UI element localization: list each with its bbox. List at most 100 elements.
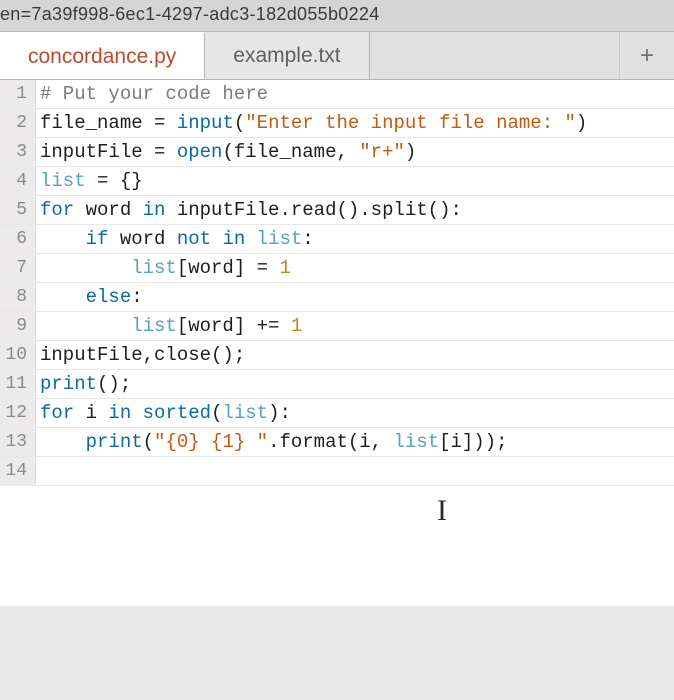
tab-spacer	[370, 32, 619, 79]
line-number: 5	[0, 196, 36, 224]
token: i	[86, 402, 109, 424]
token: word	[120, 228, 177, 250]
code-line[interactable]: 14	[0, 457, 674, 486]
token: "Enter the input file name: "	[245, 112, 576, 134]
code-line[interactable]: 10inputFile,close();	[0, 341, 674, 370]
token	[40, 286, 86, 308]
token: # Put your code here	[40, 83, 268, 105]
code-line[interactable]: 1# Put your code here	[0, 80, 674, 109]
token: :	[131, 286, 142, 308]
tab-label: example.txt	[233, 44, 340, 68]
url-text: en=7a39f998-6ec1-4297-adc3-182d055b0224	[0, 4, 380, 24]
line-number: 3	[0, 138, 36, 166]
code-content[interactable]: list[word] += 1	[36, 312, 674, 340]
token: file_name	[40, 112, 154, 134]
token: .format(i,	[268, 431, 393, 453]
code-line[interactable]: 2file_name = input("Enter the input file…	[0, 109, 674, 138]
token: list	[131, 257, 177, 279]
token: list	[222, 402, 268, 424]
line-number: 6	[0, 225, 36, 253]
token: [i]));	[439, 431, 507, 453]
token: )	[405, 141, 416, 163]
code-content[interactable]: file_name = input("Enter the input file …	[36, 109, 674, 137]
token: =	[154, 141, 177, 163]
token: open	[177, 141, 223, 163]
token: 1	[279, 257, 290, 279]
url-bar[interactable]: en=7a39f998-6ec1-4297-adc3-182d055b0224	[0, 0, 674, 32]
token: (file_name,	[222, 141, 359, 163]
code-line[interactable]: 11print();	[0, 370, 674, 399]
token: "r+"	[359, 141, 405, 163]
code-line[interactable]: 9 list[word] += 1	[0, 312, 674, 341]
code-content[interactable]: list[word] = 1	[36, 254, 674, 282]
token: :	[302, 228, 313, 250]
code-line[interactable]: 3inputFile = open(file_name, "r+")	[0, 138, 674, 167]
token: list	[257, 228, 303, 250]
plus-icon: +	[640, 42, 654, 70]
token: (	[143, 431, 154, 453]
token: ();	[97, 373, 131, 395]
code-line[interactable]: 13 print("{0} {1} ".format(i, list[i]));	[0, 428, 674, 457]
tab-add-button[interactable]: +	[619, 32, 674, 79]
token	[40, 315, 131, 337]
line-number: 2	[0, 109, 36, 137]
code-line[interactable]: 4list = {}	[0, 167, 674, 196]
code-content[interactable]: else:	[36, 283, 674, 311]
token: list	[40, 170, 86, 192]
code-content[interactable]: # Put your code here	[36, 80, 674, 108]
code-line[interactable]: 5for word in inputFile.read().split():	[0, 196, 674, 225]
code-content[interactable]: for word in inputFile.read().split():	[36, 196, 674, 224]
token: inputFile,close();	[40, 344, 245, 366]
token: [word] +=	[177, 315, 291, 337]
tab-bar: concordance.py example.txt +	[0, 32, 674, 80]
token: (	[211, 402, 222, 424]
token: "{0} {1} "	[154, 431, 268, 453]
token: print	[86, 431, 143, 453]
token: inputFile	[40, 141, 154, 163]
line-number: 10	[0, 341, 36, 369]
line-number: 1	[0, 80, 36, 108]
token: in	[143, 199, 177, 221]
token: ):	[268, 402, 291, 424]
code-content[interactable]: for i in sorted(list):	[36, 399, 674, 427]
code-content[interactable]: print("{0} {1} ".format(i, list[i]));	[36, 428, 674, 456]
code-line[interactable]: 7 list[word] = 1	[0, 254, 674, 283]
token: )	[576, 112, 587, 134]
code-editor[interactable]: 1# Put your code here2file_name = input(…	[0, 80, 674, 486]
token	[40, 257, 131, 279]
text-cursor-icon: I	[0, 486, 674, 606]
code-line[interactable]: 12for i in sorted(list):	[0, 399, 674, 428]
code-content[interactable]: inputFile = open(file_name, "r+")	[36, 138, 674, 166]
code-line[interactable]: 8 else:	[0, 283, 674, 312]
token: inputFile.read().split():	[177, 199, 462, 221]
token: print	[40, 373, 97, 395]
code-content[interactable]: list = {}	[36, 167, 674, 195]
line-number: 14	[0, 457, 36, 485]
code-content[interactable]	[36, 457, 674, 485]
code-content[interactable]: inputFile,close();	[36, 341, 674, 369]
token: in	[108, 402, 142, 424]
code-content[interactable]: if word not in list:	[36, 225, 674, 253]
token: not in	[177, 228, 257, 250]
token	[40, 228, 86, 250]
token: (	[234, 112, 245, 134]
token: list	[131, 315, 177, 337]
token	[40, 431, 86, 453]
line-number: 13	[0, 428, 36, 456]
token: else	[86, 286, 132, 308]
line-number: 9	[0, 312, 36, 340]
line-number: 7	[0, 254, 36, 282]
line-number: 12	[0, 399, 36, 427]
token: for	[40, 402, 86, 424]
token: =	[154, 112, 177, 134]
code-content[interactable]: print();	[36, 370, 674, 398]
tab-label: concordance.py	[28, 45, 176, 69]
token: if	[86, 228, 120, 250]
code-line[interactable]: 6 if word not in list:	[0, 225, 674, 254]
token: for	[40, 199, 86, 221]
token: word	[86, 199, 143, 221]
token: sorted	[143, 402, 211, 424]
tab-example[interactable]: example.txt	[205, 32, 369, 79]
token: 1	[291, 315, 302, 337]
tab-concordance[interactable]: concordance.py	[0, 32, 205, 79]
